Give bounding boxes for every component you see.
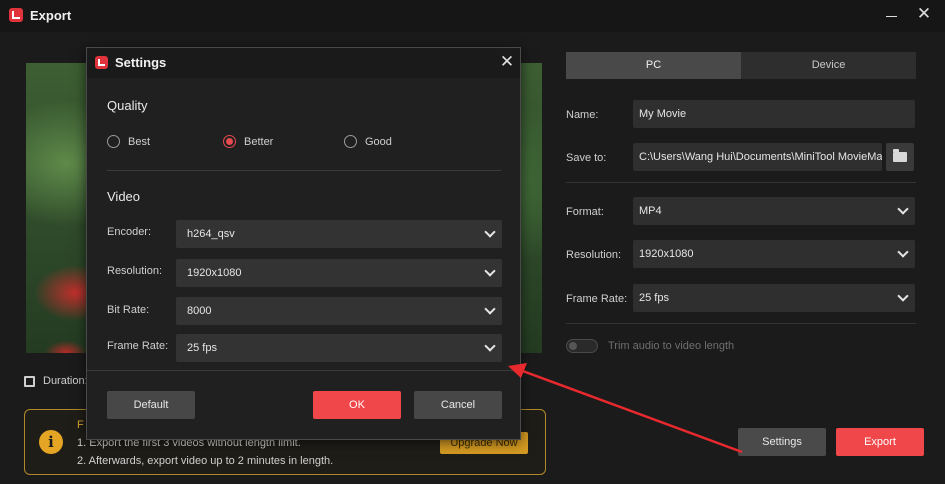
resolution-value: 1920x1080: [187, 267, 242, 279]
folder-icon: [893, 149, 907, 162]
chevron-down-icon: [484, 226, 496, 238]
chevron-down-icon: [484, 303, 496, 315]
info-line-2: 2. Afterwards, export video up to 2 minu…: [77, 455, 334, 467]
frame-rate-label: Frame Rate:: [566, 293, 628, 305]
tab-device[interactable]: Device: [741, 52, 916, 79]
radio-checked-icon: [223, 135, 236, 148]
settings-dialog: Settings ✕ Quality Best Better Good Vide…: [86, 47, 521, 440]
radio-label: Best: [128, 135, 151, 148]
chevron-down-icon: [484, 340, 496, 352]
default-button[interactable]: Default: [107, 391, 195, 419]
browse-folder-button[interactable]: [886, 143, 914, 171]
title-bar: Export ✕: [0, 0, 945, 32]
resolution-select[interactable]: 1920x1080: [176, 259, 502, 287]
film-icon: [24, 375, 35, 387]
radio-label: Better: [244, 135, 274, 148]
cancel-button[interactable]: Cancel: [414, 391, 502, 419]
format-label: Format:: [566, 206, 604, 218]
minimize-icon[interactable]: [884, 7, 900, 23]
framerate-label: Frame Rate:: [107, 340, 169, 352]
dialog-title: Settings: [115, 55, 167, 70]
ok-button[interactable]: OK: [313, 391, 401, 419]
close-icon[interactable]: ✕: [915, 5, 933, 23]
quality-radio-best[interactable]: Best: [107, 135, 150, 148]
bitrate-select[interactable]: 8000: [176, 297, 502, 325]
chevron-down-icon: [484, 265, 496, 277]
encoder-label: Encoder:: [107, 226, 152, 238]
name-input[interactable]: My Movie: [633, 100, 915, 128]
quality-section-title: Quality: [107, 98, 148, 113]
framerate-select[interactable]: 25 fps: [176, 334, 502, 362]
resolution-value: 1920x1080: [639, 248, 694, 260]
radio-icon: [344, 135, 357, 148]
close-icon[interactable]: ✕: [498, 53, 516, 71]
settings-button[interactable]: Settings: [738, 428, 826, 456]
dialog-title-bar: Settings ✕: [87, 48, 520, 78]
toggle-knob: [569, 342, 577, 350]
duration-label: Duration:: [43, 375, 88, 387]
name-label: Name:: [566, 109, 599, 121]
frame-rate-select[interactable]: 25 fps: [633, 284, 915, 312]
save-to-input[interactable]: C:\Users\Wang Hui\Documents\MiniTool Mov…: [633, 143, 882, 171]
framerate-value: 25 fps: [187, 342, 217, 354]
video-section-title: Video: [107, 189, 141, 204]
resolution-label: Resolution:: [566, 249, 622, 261]
app-logo-icon: [95, 56, 108, 69]
radio-label: Good: [365, 135, 392, 148]
format-select[interactable]: MP4: [633, 197, 915, 225]
encoder-select[interactable]: h264_qsv: [176, 220, 502, 248]
resolution-label: Resolution:: [107, 265, 163, 277]
bitrate-value: 8000: [187, 305, 212, 317]
info-title: F: [77, 419, 84, 431]
app-logo-icon: [9, 8, 23, 22]
chevron-down-icon: [897, 203, 909, 215]
export-button[interactable]: Export: [836, 428, 924, 456]
divider: [87, 370, 520, 371]
format-value: MP4: [639, 205, 662, 217]
info-icon: i: [39, 430, 63, 454]
divider: [566, 323, 916, 324]
divider: [566, 182, 916, 183]
trim-audio-label: Trim audio to video length: [608, 340, 735, 352]
tab-pc[interactable]: PC: [566, 52, 741, 79]
resolution-select[interactable]: 1920x1080: [633, 240, 915, 268]
save-to-label: Save to:: [566, 152, 607, 164]
trim-audio-toggle[interactable]: [566, 339, 598, 353]
arrow-line: [519, 368, 743, 454]
quality-radio-better[interactable]: Better: [223, 135, 273, 148]
chevron-down-icon: [897, 246, 909, 258]
bitrate-label: Bit Rate:: [107, 304, 150, 316]
export-target-tabs: PC Device: [566, 52, 916, 79]
quality-radio-good[interactable]: Good: [344, 135, 392, 148]
frame-rate-value: 25 fps: [639, 292, 669, 304]
encoder-value: h264_qsv: [187, 228, 235, 240]
chevron-down-icon: [897, 290, 909, 302]
window-title: Export: [30, 8, 72, 23]
duration-row: Duration:: [24, 375, 88, 387]
divider: [107, 170, 501, 171]
radio-icon: [107, 135, 120, 148]
